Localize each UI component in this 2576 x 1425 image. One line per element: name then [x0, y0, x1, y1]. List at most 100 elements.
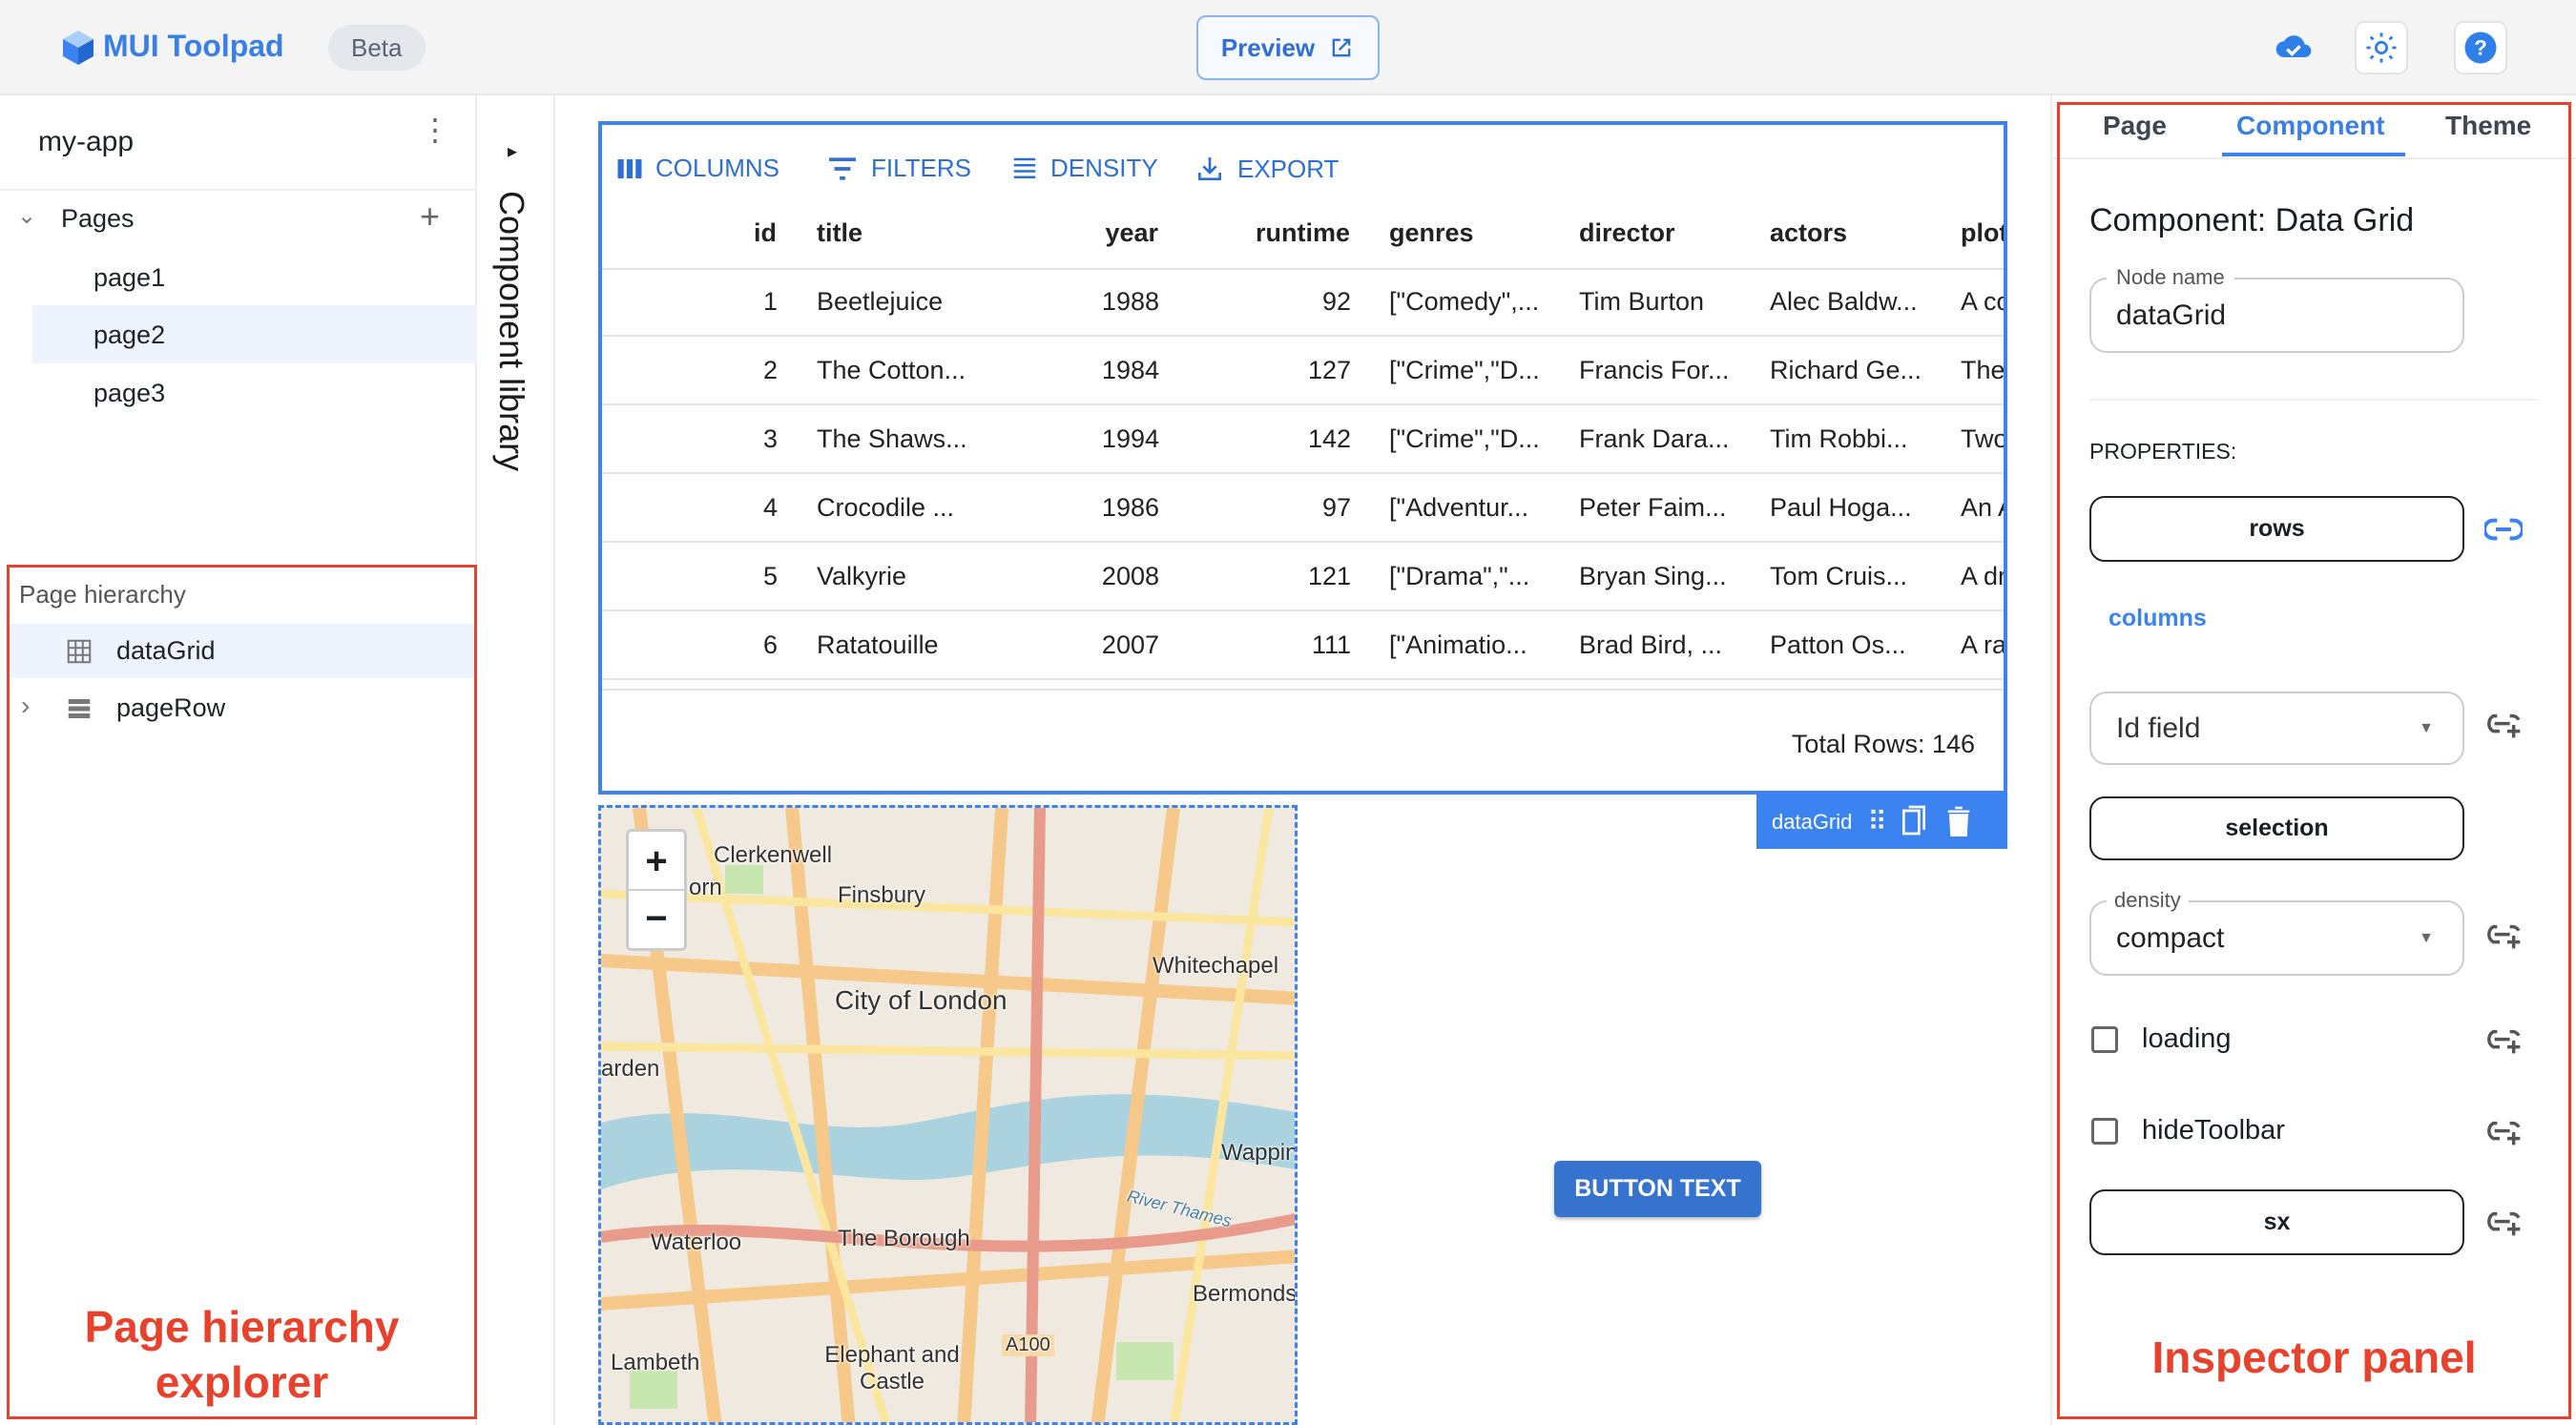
chevron-right-icon[interactable]: ›	[21, 691, 30, 721]
table-cell: 2007	[1101, 630, 1159, 659]
light-mode-icon[interactable]	[2355, 21, 2408, 74]
hide-toolbar-label: hideToolbar	[2142, 1115, 2285, 1146]
map-label: Finsbury	[838, 882, 926, 908]
table-cell: Crocodile ...	[817, 493, 955, 522]
column-header[interactable]: runtime	[1256, 218, 1350, 248]
column-header[interactable]: genres	[1389, 218, 1474, 248]
copy-icon[interactable]	[1899, 805, 1929, 839]
column-header[interactable]: director	[1579, 218, 1675, 248]
table-cell: 1994	[1101, 424, 1159, 453]
map-label: Waterloo	[651, 1229, 742, 1255]
drag-handle-icon[interactable]: ⠿	[1867, 806, 1886, 837]
tab-component[interactable]: Component	[2236, 111, 2385, 141]
column-header[interactable]: year	[1105, 218, 1158, 248]
delete-icon[interactable]	[1944, 806, 1973, 838]
table-cell: 2008	[1101, 562, 1159, 590]
loading-checkbox[interactable]	[2091, 1026, 2118, 1053]
table-cell: ["Animatio...	[1389, 630, 1527, 659]
add-link-icon[interactable]	[2484, 711, 2523, 739]
table-cell: Brad Bird, ...	[1579, 630, 1723, 659]
density-icon	[1013, 157, 1036, 178]
rows-binding-button[interactable]: rows	[2089, 496, 2464, 562]
map-label: Wapping	[1221, 1140, 1298, 1166]
add-link-icon[interactable]	[2484, 1118, 2523, 1146]
more-vert-icon[interactable]: ⋮	[420, 114, 450, 145]
density-button[interactable]: DENSITY	[1010, 154, 1158, 183]
sx-binding-button[interactable]: sx	[2089, 1189, 2464, 1255]
expand-library-icon[interactable]: ▸	[508, 139, 517, 163]
add-link-icon[interactable]	[2484, 921, 2523, 950]
table-cell: ["Comedy",...	[1389, 287, 1540, 316]
node-name-value: dataGrid	[2116, 299, 2227, 331]
filters-label: FILTERS	[871, 154, 971, 182]
active-tab-indicator	[2222, 153, 2405, 156]
map-label: Lambeth	[611, 1350, 700, 1375]
density-label: density	[2107, 888, 2189, 913]
map-label: Whitechapel	[1153, 953, 1279, 979]
export-button[interactable]: EXPORT	[1194, 154, 1339, 184]
sidebar	[0, 95, 477, 1425]
cloud-done-icon[interactable]	[2267, 21, 2320, 74]
app-header: MUI Toolpad Beta Preview ?	[0, 0, 2576, 95]
hierarchy-item-pagerow[interactable]: pageRow	[116, 693, 225, 723]
map-label: City of London	[835, 985, 1008, 1015]
columns-button[interactable]: COLUMNS	[615, 154, 779, 183]
table-row[interactable]: 1 Beetlejuice 1988 92 ["Comedy",... Tim Burto…	[602, 268, 2004, 337]
table-cell: An A	[1961, 493, 2004, 522]
link-icon[interactable]	[2484, 515, 2523, 544]
table-row[interactable]: 2 The Cotton... 1984 127 ["Crime","D... Franc…	[602, 337, 2004, 405]
component-tag: dataGrid ⠿	[1756, 795, 2007, 849]
columns-icon	[617, 158, 642, 178]
column-header[interactable]: title	[817, 218, 862, 248]
id-field-select[interactable]: Id field ▼	[2089, 692, 2464, 765]
table-cell: Tim Burton	[1579, 287, 1705, 316]
table-cell: ["Crime","D...	[1389, 424, 1540, 453]
filters-button[interactable]: FILTERS	[825, 154, 971, 183]
add-link-icon[interactable]	[2484, 1208, 2523, 1237]
filter-icon	[829, 156, 856, 180]
tab-page[interactable]: Page	[2103, 111, 2167, 141]
add-page-icon[interactable]: +	[420, 196, 440, 237]
component-library-label[interactable]: Component library	[491, 191, 531, 471]
table-cell: Ratatouille	[817, 630, 939, 659]
table-cell: Tim Robbi...	[1770, 424, 1908, 453]
beta-badge: Beta	[328, 25, 426, 71]
button-text[interactable]: BUTTON TEXT	[1554, 1161, 1761, 1217]
map[interactable]: + − Clerkenwell Finsbury Whitechapel Cit…	[598, 805, 1298, 1425]
table-cell: A ra	[1961, 630, 2007, 659]
table-cell: 92	[1321, 287, 1351, 316]
table-row[interactable]: 5 Valkyrie 2008 121 ["Drama","... Bryan Sing.…	[602, 543, 2004, 611]
table-row[interactable]: 6 Ratatouille 2007 111 ["Animatio... Brad Bir…	[602, 611, 2007, 680]
help-icon[interactable]: ?	[2454, 21, 2507, 74]
tab-theme[interactable]: Theme	[2445, 111, 2531, 141]
zoom-out-button[interactable]: −	[629, 891, 684, 950]
table-cell: 2	[762, 356, 778, 384]
table-cell: 4	[762, 493, 778, 522]
table-cell: The Shaws...	[817, 424, 967, 453]
column-header[interactable]: id	[754, 218, 777, 248]
column-header[interactable]: plot	[1961, 218, 2004, 248]
table-row[interactable]: 3 The Shaws... 1994 142 ["Crime","D... Frank …	[602, 405, 2004, 474]
expand-more-icon[interactable]: ⌄	[17, 202, 36, 230]
node-name-label: Node name	[2107, 265, 2234, 290]
table-cell: 111	[1311, 630, 1351, 659]
preview-button[interactable]: Preview	[1196, 15, 1380, 80]
hide-toolbar-checkbox[interactable]	[2091, 1118, 2118, 1145]
table-cell: Paul Hoga...	[1770, 493, 1912, 522]
column-header[interactable]: actors	[1770, 218, 1847, 248]
selection-binding-button[interactable]: selection	[2089, 796, 2464, 860]
table-cell: 142	[1307, 424, 1351, 453]
add-link-icon[interactable]	[2484, 1026, 2523, 1055]
table-cell: ["Adventur...	[1389, 493, 1529, 522]
zoom-in-button[interactable]: +	[629, 832, 684, 891]
page-item-page3[interactable]: page3	[93, 379, 165, 408]
map-label: A100	[1002, 1334, 1054, 1356]
table-cell: ["Crime","D...	[1389, 356, 1540, 384]
page-item-page1[interactable]: page1	[93, 263, 165, 293]
table-cell: 97	[1321, 493, 1351, 522]
columns-property-link[interactable]: columns	[2109, 605, 2207, 632]
data-grid[interactable]: COLUMNS FILTERS DENSITY EXPORT id title ye…	[598, 121, 2007, 795]
id-field-placeholder: Id field	[2116, 712, 2201, 744]
svg-text:?: ?	[2474, 36, 2487, 60]
table-row[interactable]: 4 Crocodile ... 1986 97 ["Adventur... Peter F…	[602, 474, 2004, 543]
